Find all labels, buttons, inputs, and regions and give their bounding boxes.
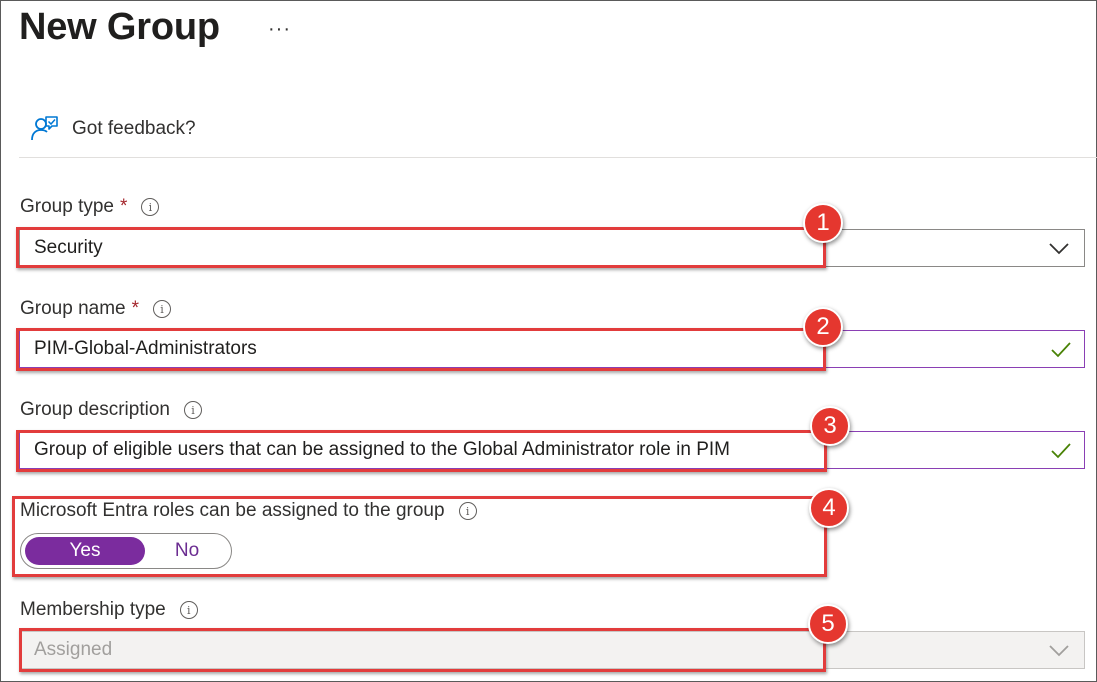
chevron-down-icon [1049, 243, 1069, 255]
group-description-label-text: Group description [20, 399, 170, 420]
callout-box-2 [16, 328, 826, 371]
required-star: * [131, 298, 140, 319]
info-icon[interactable]: i [141, 198, 160, 216]
group-name-label: Group name * i [20, 298, 172, 320]
info-icon[interactable]: i [153, 300, 172, 318]
ellipsis-icon[interactable]: ··· [268, 18, 291, 41]
callout-number-3: 3 [810, 406, 850, 446]
info-icon[interactable]: i [183, 401, 202, 419]
callout-box-1 [16, 227, 826, 268]
feedback-person-icon [31, 116, 58, 141]
callout-box-4 [12, 496, 827, 577]
membership-type-label-text: Membership type [20, 599, 166, 620]
checkmark-icon [1051, 342, 1071, 358]
info-icon[interactable]: i [179, 601, 198, 619]
group-type-label-text: Group type [20, 196, 114, 217]
callout-number-5: 5 [808, 604, 848, 644]
divider [19, 157, 1097, 158]
chevron-down-icon [1049, 645, 1069, 657]
callout-number-1: 1 [803, 203, 843, 243]
group-type-label: Group type * i [20, 196, 160, 218]
feedback-button[interactable]: Got feedback? [30, 114, 196, 144]
callout-number-2: 2 [803, 307, 843, 347]
page-title: New Group [19, 6, 220, 48]
callout-number-4: 4 [809, 488, 849, 528]
membership-type-label: Membership type i [20, 599, 198, 621]
callout-box-3 [16, 430, 827, 472]
feedback-label: Got feedback? [72, 118, 196, 139]
callout-box-5 [19, 628, 826, 672]
required-star: * [120, 196, 128, 217]
group-name-label-text: Group name [20, 298, 126, 319]
checkmark-icon [1051, 443, 1071, 459]
group-description-label: Group description i [20, 399, 202, 421]
